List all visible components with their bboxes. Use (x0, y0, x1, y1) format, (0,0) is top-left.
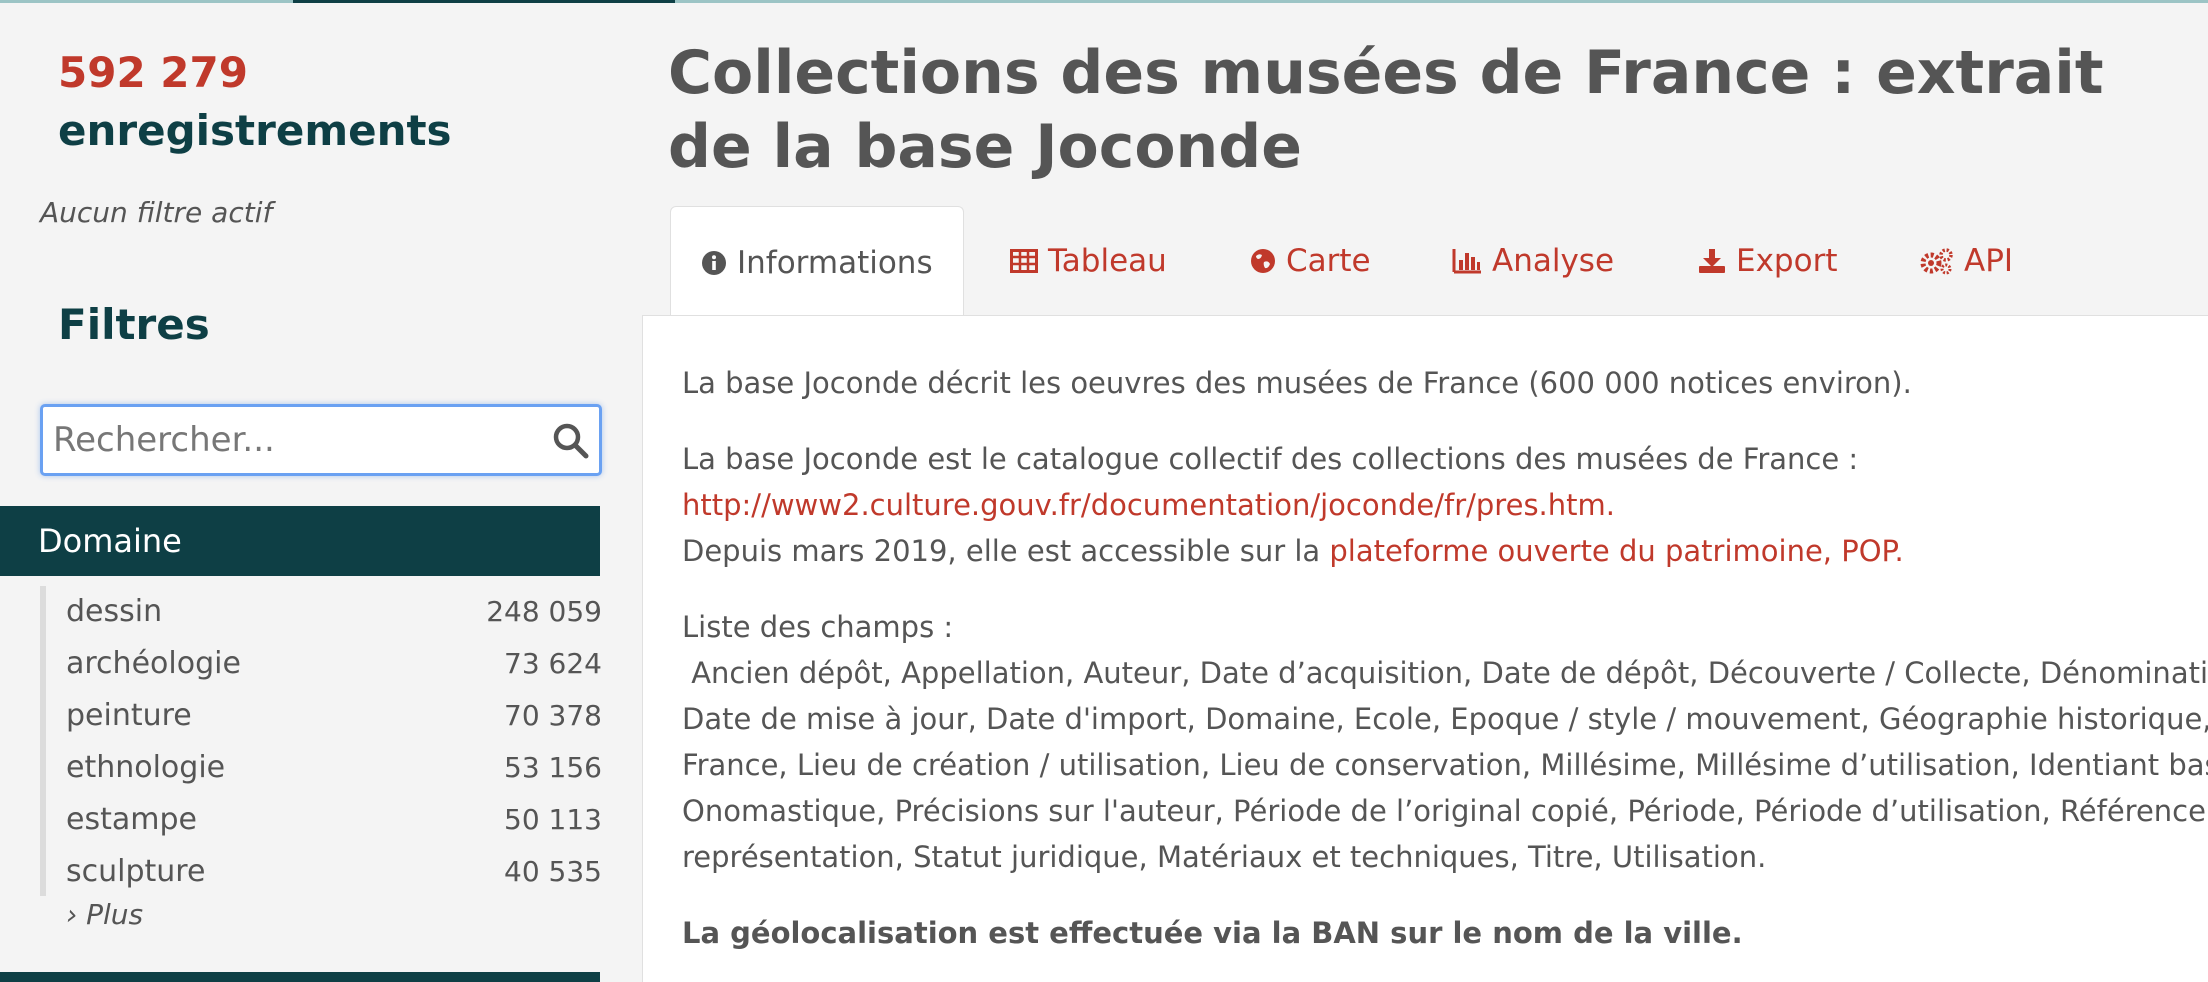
facet-item-archeologie[interactable]: archéologie 73 624 (46, 638, 602, 690)
table-icon (1010, 249, 1038, 273)
record-count-label: enregistrements (58, 106, 452, 155)
filters-title: Filtres (58, 300, 210, 349)
facet-item-sculpture[interactable]: sculpture 40 535 (46, 846, 602, 898)
pop-text: Depuis mars 2019, elle est accessible su… (682, 534, 1330, 568)
facet-item-count: 70 378 (504, 699, 602, 732)
facet-item-count: 50 113 (504, 803, 602, 836)
informations-content: La base Joconde décrit les oeuvres des m… (682, 360, 2208, 982)
tab-label: Export (1736, 243, 1838, 279)
geolocation-note: La géolocalisation est effectuée via la … (682, 910, 2208, 956)
facet-item-dessin[interactable]: dessin 248 059 (46, 586, 602, 638)
info-circle-icon (702, 250, 726, 275)
joconde-link[interactable]: http://www2.culture.gouv.fr/documentatio… (682, 482, 2208, 528)
pop-line: Depuis mars 2019, elle est accessible su… (682, 528, 2208, 574)
pop-link[interactable]: plateforme ouverte du patrimoine, POP. (1329, 534, 1903, 568)
fields-line: Onomastique, Précisions sur l'auteur, Pé… (682, 794, 2208, 828)
domain-facet-list: dessin 248 059 archéologie 73 624 peintu… (40, 586, 602, 896)
fields-paragraph: Liste des champs : Ancien dépôt, Appella… (682, 604, 2208, 880)
download-icon (1699, 249, 1725, 273)
tab-label: API (1964, 243, 2014, 279)
tab-carte[interactable]: Carte (1250, 206, 1371, 316)
facet-item-count: 40 535 (504, 855, 602, 888)
facet-item-label: dessin (66, 594, 163, 629)
record-count: 592 279 enregistrements (58, 44, 452, 160)
sidebar: 592 279 enregistrements Aucun filtre act… (0, 0, 602, 982)
facet-item-ethnologie[interactable]: ethnologie 53 156 (46, 742, 602, 794)
description-paragraph: La base Joconde décrit les oeuvres des m… (682, 366, 1912, 400)
facet-item-label: peinture (66, 698, 192, 733)
bar-chart-icon (1452, 249, 1481, 274)
tab-tableau[interactable]: Tableau (1010, 206, 1167, 316)
facet-item-label: archéologie (66, 646, 241, 681)
active-filters-status: Aucun filtre actif (40, 196, 273, 229)
facet-item-count: 53 156 (504, 751, 602, 784)
fields-line: France, Lieu de création / utilisation, … (682, 748, 2208, 782)
tab-api[interactable]: API (1920, 206, 2013, 316)
tab-export[interactable]: Export (1698, 206, 1837, 316)
tab-informations[interactable]: Informations (670, 206, 964, 318)
geolocation-text: La géolocalisation est effectuée via la … (682, 916, 1743, 950)
search-icon[interactable] (551, 421, 591, 461)
page-title: Collections des musées de France : extra… (668, 38, 2104, 182)
fields-heading: Liste des champs : (682, 610, 954, 644)
show-more-link[interactable]: › Plus (66, 898, 143, 931)
fields-line: Ancien dépôt, Appellation, Auteur, Date … (682, 656, 2208, 690)
fields-line: représentation, Statut juridique, Matéri… (682, 840, 1767, 874)
facet-item-label: sculpture (66, 854, 206, 889)
domain-facet-header[interactable]: Domaine (0, 506, 600, 576)
tab-label: Informations (737, 244, 933, 281)
catalogue-text: La base Joconde est le catalogue collect… (682, 442, 1859, 476)
tab-label: Analyse (1492, 243, 1615, 279)
gears-icon (1920, 248, 1953, 275)
facet-item-estampe[interactable]: estampe 50 113 (46, 794, 602, 846)
tab-label: Tableau (1048, 243, 1167, 279)
fields-line: Date de mise à jour, Date d'import, Doma… (682, 702, 2208, 736)
facet-item-count: 248 059 (486, 595, 602, 628)
facet-item-peinture[interactable]: peinture 70 378 (46, 690, 602, 742)
tab-label: Carte (1286, 243, 1371, 279)
facet-item-label: ethnologie (66, 750, 226, 785)
facet-item-count: 73 624 (504, 647, 602, 680)
search-box (40, 404, 602, 476)
record-count-number: 592 279 (58, 48, 248, 97)
search-input[interactable] (53, 417, 533, 463)
tab-analyse[interactable]: Analyse (1452, 206, 1614, 316)
next-facet-header[interactable] (0, 972, 600, 982)
catalogue-paragraph: La base Joconde est le catalogue collect… (682, 436, 2208, 574)
facet-item-label: estampe (66, 802, 197, 837)
globe-icon (1251, 249, 1275, 273)
